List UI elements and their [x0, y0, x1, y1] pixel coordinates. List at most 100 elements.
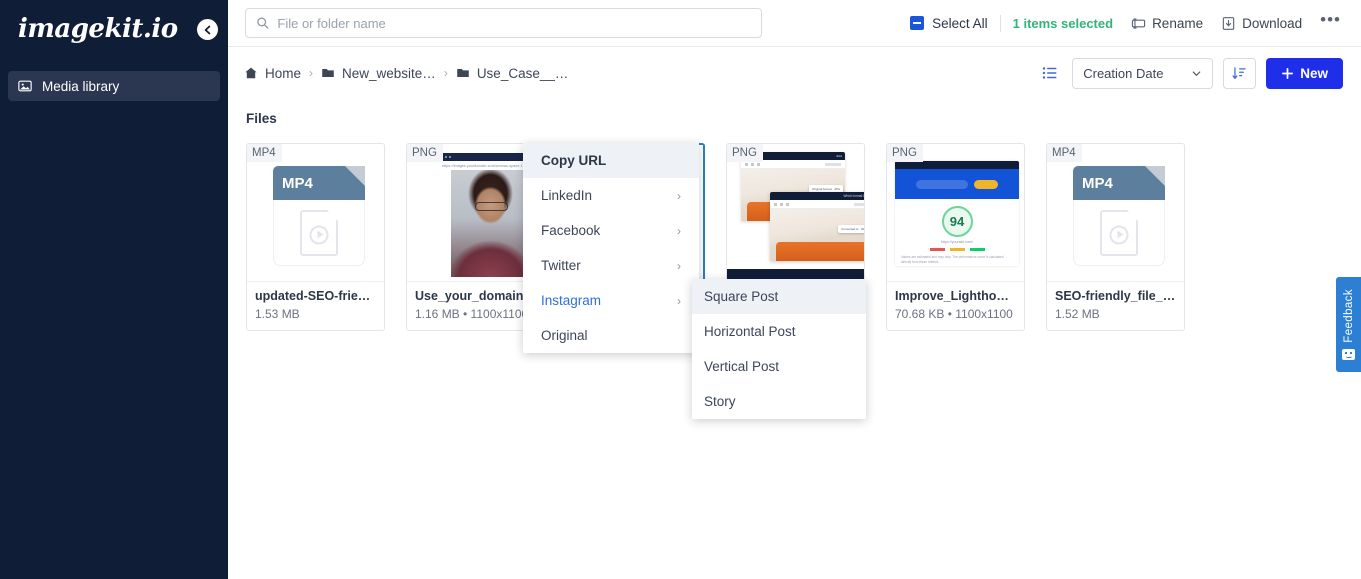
download-button[interactable]: Download: [1221, 16, 1302, 31]
feedback-label: Feedback: [1342, 288, 1355, 343]
breadcrumb-separator: ›: [309, 66, 314, 80]
view-controls: Creation Date New: [1038, 57, 1343, 89]
submenu-item-vertical-post[interactable]: Vertical Post: [692, 349, 866, 384]
file-type-badge: PNG: [727, 144, 763, 162]
file-name: SEO-friendly_file_n…: [1055, 289, 1176, 303]
mp4-placeholder-icon: MP4: [1073, 166, 1165, 266]
breadcrumb-label: New_website…: [342, 65, 436, 81]
submenu-instagram-formats: Square Post Horizontal Post Vertical Pos…: [692, 279, 866, 419]
chevron-right-icon: ›: [677, 223, 681, 238]
select-all-checkbox-indeterminate[interactable]: [910, 16, 925, 30]
file-thumbnail: MP4 MP4: [247, 144, 384, 281]
arrow-left-circle-icon: [204, 25, 210, 34]
chevron-down-icon: [1192, 70, 1201, 76]
select-all-control[interactable]: Select All: [910, 16, 988, 31]
plus-icon: [1282, 67, 1294, 79]
browser-window-front: Which format best? Converted to WebP: [770, 192, 864, 261]
selected-count-label: 1 items selected: [1012, 15, 1114, 31]
list-view-icon: [1043, 67, 1057, 79]
file-thumbnail: ●●● Original format JPG Which format bes…: [727, 144, 864, 281]
sidebar-collapse-button[interactable]: [197, 19, 218, 40]
file-name: Use_your_domain_: [415, 289, 531, 303]
menu-item-linkedin[interactable]: LinkedIn ›: [523, 178, 699, 213]
sidebar-brand-row: imagekit.io: [0, 0, 228, 58]
menu-item-label: Instagram: [541, 293, 602, 308]
search-box[interactable]: [245, 8, 762, 38]
feedback-tab[interactable]: Feedback: [1336, 277, 1361, 372]
submenu-item-story[interactable]: Story: [692, 384, 866, 419]
menu-item-instagram[interactable]: Instagram ›: [523, 283, 699, 318]
download-label: Download: [1242, 15, 1303, 31]
breadcrumb-item-folder-1[interactable]: New_website…: [321, 66, 436, 81]
sort-field-select[interactable]: Creation Date: [1072, 57, 1214, 89]
sofa-photo: Converted to WebP: [770, 209, 864, 261]
menu-item-facebook[interactable]: Facebook ›: [523, 213, 699, 248]
more-options-button[interactable]: •••: [1320, 11, 1341, 31]
file-thumbnail: MP4 MP4: [1047, 144, 1184, 281]
breadcrumb-label: Use_Case__…: [476, 65, 569, 81]
tested-url-text: https://yoursite.com/: [940, 240, 974, 244]
page-fold: [345, 166, 365, 186]
breadcrumb-label: Home: [265, 65, 302, 81]
file-type-badge: MP4: [1047, 144, 1082, 162]
rename-button[interactable]: Rename: [1131, 16, 1203, 31]
browser-windows-art: ●●● Original format JPG Which format bes…: [727, 144, 864, 281]
file-card[interactable]: MP4 MP4 updated-SEO-friend… 1.53 MB: [246, 143, 385, 331]
menu-item-label: Facebook: [541, 223, 601, 238]
app-logo: imagekit.io: [18, 14, 178, 44]
image-icon: [18, 79, 32, 93]
page-fold: [1145, 166, 1165, 186]
file-size: 1.53 MB: [255, 307, 300, 321]
analyze-button-art: [974, 179, 998, 189]
search-icon: [257, 17, 269, 29]
sidebar-item-label: Media library: [42, 78, 120, 94]
menu-item-label: LinkedIn: [541, 188, 593, 203]
smiley-face-icon: [1342, 349, 1355, 361]
file-meta: updated-SEO-friend… 1.53 MB: [247, 281, 384, 330]
file-size: 1.16 MB • 1100x1100: [415, 307, 529, 321]
file-name: updated-SEO-friend…: [255, 289, 376, 303]
video-file-icon: [300, 209, 338, 256]
list-view-button[interactable]: [1038, 61, 1062, 85]
file-card[interactable]: MP4 MP4 SEO-friendly_file_n… 1.52 MB: [1046, 143, 1185, 331]
file-name: Improve_Lighthouse…: [895, 289, 1016, 303]
submenu-item-horizontal-post[interactable]: Horizontal Post: [692, 314, 866, 349]
portrait-photo: [451, 170, 530, 277]
breadcrumb-item-home[interactable]: Home: [244, 66, 301, 81]
rename-icon: [1131, 17, 1146, 29]
folder-icon: [322, 68, 334, 78]
files-section-title: Files: [246, 111, 277, 126]
mp4-body: [273, 200, 365, 266]
file-size: 1.52 MB: [1055, 307, 1100, 321]
breadcrumb: Home › New_website… › Use_Case__…: [244, 66, 568, 81]
search-input[interactable]: [277, 15, 751, 31]
sort-field-value: Creation Date: [1083, 65, 1164, 81]
breadcrumb-item-folder-2[interactable]: Use_Case__…: [456, 65, 569, 81]
menu-item-original[interactable]: Original: [523, 318, 699, 353]
menu-item-label: Original: [541, 328, 588, 343]
sidebar: imagekit.io Media library: [0, 0, 228, 579]
rename-label: Rename: [1152, 15, 1204, 31]
file-meta: SEO-friendly_file_n… 1.52 MB: [1047, 281, 1184, 330]
file-thumbnail: 94 https://yoursite.com/ Values are esti…: [887, 144, 1024, 281]
url-field-art: [916, 179, 968, 189]
new-button[interactable]: New: [1266, 57, 1343, 89]
format-tooltip: Converted to WebP: [838, 225, 864, 233]
video-file-icon: [1100, 209, 1138, 256]
file-size: 70.68 KB • 1100x1100: [895, 307, 1013, 321]
lighthouse-note: Values are estimated and may vary. The p…: [901, 255, 1004, 264]
submenu-item-square-post[interactable]: Square Post: [692, 279, 866, 314]
context-menu-copy-url: Copy URL LinkedIn › Facebook › Twitter ›…: [523, 143, 699, 353]
lighthouse-score-value: 94: [941, 206, 973, 237]
file-type-badge: MP4: [247, 144, 282, 162]
menu-item-twitter[interactable]: Twitter ›: [523, 248, 699, 283]
sort-direction-button[interactable]: [1223, 57, 1257, 89]
file-card[interactable]: 94 https://yoursite.com/ Values are esti…: [886, 143, 1025, 331]
top-toolbar: Select All 1 items selected Rename: [228, 0, 1361, 47]
sidebar-nav: Media library: [0, 58, 228, 101]
folder-icon: [457, 68, 469, 78]
sidebar-item-media-library[interactable]: Media library: [8, 71, 220, 101]
new-button-label: New: [1300, 65, 1328, 81]
chevron-right-icon: ›: [677, 258, 681, 273]
breadcrumb-row: Home › New_website… › Use_Case__… Creati…: [228, 47, 1361, 99]
